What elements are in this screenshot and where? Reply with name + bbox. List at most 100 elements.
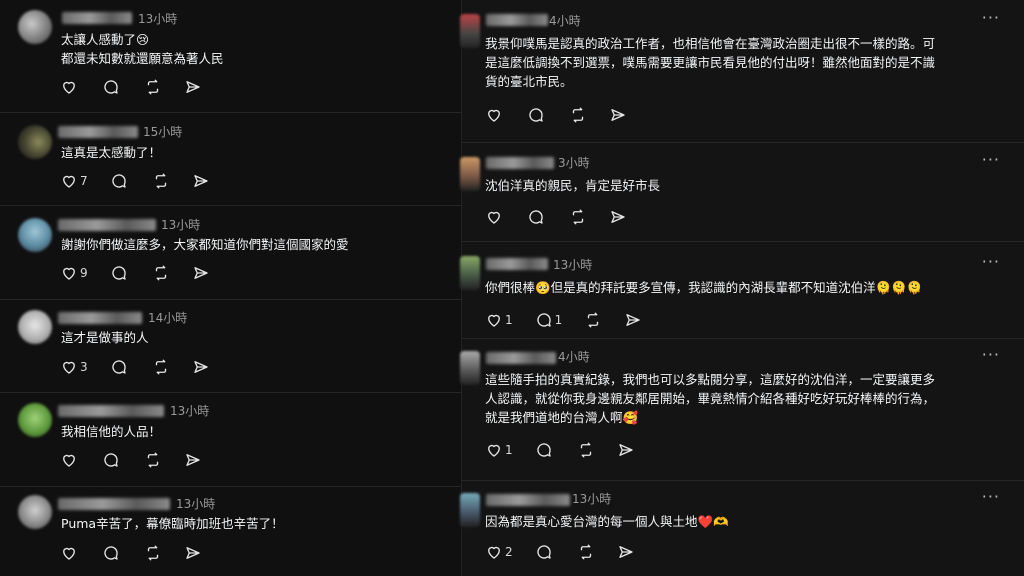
action-bar: 3 (60, 358, 232, 376)
avatar[interactable] (460, 14, 480, 48)
post-text: 這真是太感動了！ (61, 145, 162, 160)
reply-button[interactable] (527, 106, 547, 124)
reply-button[interactable] (102, 78, 122, 96)
share-button[interactable] (184, 544, 202, 562)
repost-button[interactable] (144, 451, 162, 469)
like-button[interactable]: 1 (485, 311, 513, 329)
like-count: 3 (80, 360, 88, 374)
share-button[interactable] (192, 172, 210, 190)
share-button[interactable] (617, 543, 635, 561)
avatar[interactable] (18, 403, 52, 437)
username[interactable] (486, 14, 548, 26)
reply-button[interactable] (110, 264, 130, 282)
repost-button[interactable] (569, 106, 587, 124)
like-button[interactable]: 3 (60, 358, 88, 376)
reply-post: 13小時 謝謝你們做這麼多，大家都知道你們對這個國家的愛 9 (0, 206, 462, 299)
share-icon (193, 267, 208, 279)
share-button[interactable] (617, 441, 635, 459)
repost-icon (580, 442, 591, 458)
action-bar (60, 78, 224, 96)
avatar[interactable] (18, 218, 52, 252)
avatar[interactable] (460, 351, 480, 385)
reply-button[interactable] (110, 358, 130, 376)
reply-button[interactable] (535, 543, 555, 561)
repost-button[interactable] (144, 78, 162, 96)
repost-button[interactable] (152, 264, 170, 282)
more-options-button[interactable]: ··· (982, 150, 1000, 169)
heart-icon (488, 546, 500, 559)
share-button[interactable] (609, 106, 627, 124)
avatar[interactable] (460, 157, 480, 191)
repost-button[interactable] (577, 543, 595, 561)
reply-button[interactable] (535, 441, 555, 459)
comment-icon (104, 546, 118, 560)
like-button[interactable]: 7 (60, 172, 88, 190)
post-time: 13小時 (572, 492, 612, 506)
reply-post: 3小時 ··· 沈伯洋真的親民，肯定是好市長 (460, 143, 1024, 241)
like-button[interactable]: 9 (60, 264, 88, 282)
repost-icon (155, 265, 166, 281)
more-options-button[interactable]: ··· (982, 345, 1000, 364)
avatar[interactable] (18, 310, 52, 344)
share-icon (618, 444, 633, 456)
username[interactable] (486, 494, 570, 506)
heart-icon (63, 175, 75, 188)
comment-icon (104, 80, 118, 94)
share-button[interactable] (624, 311, 642, 329)
repost-button[interactable] (569, 208, 587, 226)
repost-button[interactable] (584, 311, 602, 329)
repost-button[interactable] (152, 358, 170, 376)
avatar[interactable] (18, 125, 52, 159)
reply-button[interactable] (102, 544, 122, 562)
reply-button[interactable] (102, 451, 122, 469)
share-button[interactable] (192, 358, 210, 376)
more-options-button[interactable]: ··· (982, 252, 1000, 271)
heart-icon (488, 109, 500, 122)
like-button[interactable] (485, 106, 505, 124)
share-button[interactable] (192, 264, 210, 282)
heart-icon (63, 454, 75, 467)
share-button[interactable] (184, 451, 202, 469)
like-count: 1 (505, 313, 513, 327)
username[interactable] (58, 126, 138, 138)
like-button[interactable] (60, 451, 80, 469)
username[interactable] (62, 12, 132, 24)
share-button[interactable] (609, 208, 627, 226)
username[interactable] (486, 352, 556, 364)
post-text: 謝謝你們做這麼多，大家都知道你們對這個國家的愛 (61, 237, 349, 252)
post-time: 13小時 (138, 12, 178, 26)
avatar[interactable] (18, 495, 52, 529)
like-count: 1 (505, 443, 513, 457)
reply-button[interactable]: 1 (535, 311, 562, 329)
share-icon (186, 81, 200, 93)
post-text: 我相信他的人品！ (61, 424, 162, 439)
post-text: 你們很棒🥺但是真的拜託要多宣傳，我認識的內湖長輩都不知道沈伯洋🫠🫠🫠 (485, 280, 923, 295)
reply-post: 4小時 ··· 我景仰噗馬是認真的政治工作者，也相信他會在臺灣政治圈走出很不一樣… (460, 0, 1024, 142)
avatar[interactable] (460, 256, 480, 290)
username[interactable] (486, 157, 554, 169)
post-time: 13小時 (553, 258, 593, 272)
post-text: 因為都是真心愛台灣的每一個人與土地❤️🫶 (485, 514, 729, 529)
username[interactable] (58, 312, 142, 324)
like-button[interactable] (485, 208, 505, 226)
more-options-button[interactable]: ··· (982, 487, 1000, 506)
repost-button[interactable] (144, 544, 162, 562)
avatar[interactable] (460, 493, 480, 527)
username[interactable] (486, 258, 548, 270)
like-button[interactable]: 1 (485, 441, 513, 459)
username[interactable] (58, 219, 156, 231)
repost-button[interactable] (577, 441, 595, 459)
like-button[interactable] (60, 544, 80, 562)
action-bar: 1 (485, 441, 657, 459)
repost-button[interactable] (152, 172, 170, 190)
more-options-button[interactable]: ··· (982, 8, 1000, 27)
reply-button[interactable] (110, 172, 130, 190)
username[interactable] (58, 405, 164, 417)
share-button[interactable] (184, 78, 202, 96)
username[interactable] (58, 498, 170, 510)
like-button[interactable]: 2 (485, 543, 513, 561)
reply-post: 14小時 這才是做事的人 3 (0, 300, 462, 392)
reply-button[interactable] (527, 208, 547, 226)
avatar[interactable] (18, 10, 52, 44)
like-button[interactable] (60, 78, 80, 96)
